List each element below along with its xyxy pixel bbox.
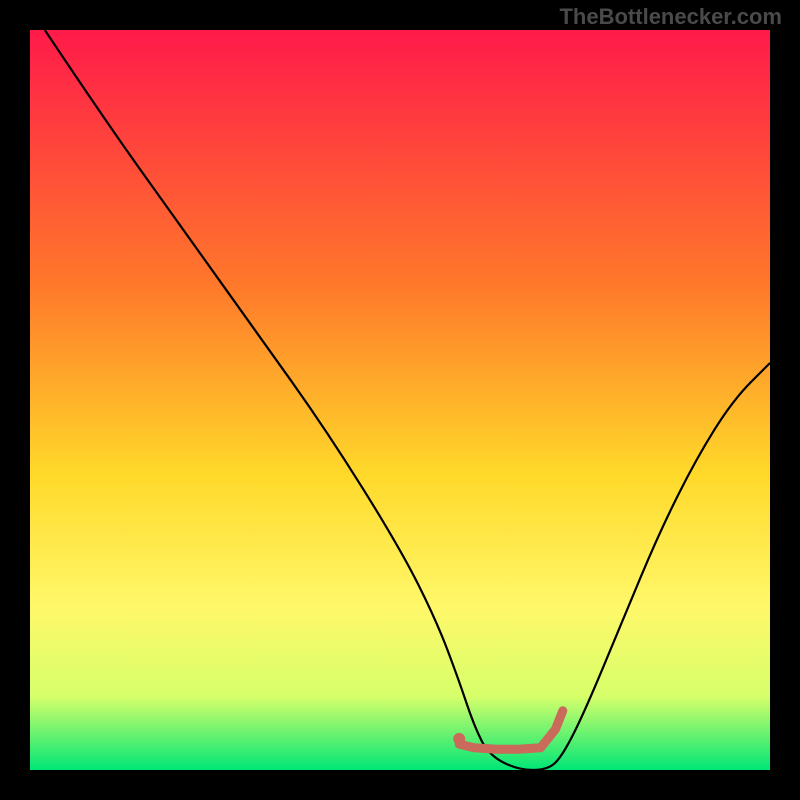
- chart-frame: [30, 30, 770, 770]
- watermark-text: TheBottlenecker.com: [559, 4, 782, 30]
- optimal-point-dot: [453, 733, 465, 745]
- chart-svg: [30, 30, 770, 770]
- gradient-background: [30, 30, 770, 770]
